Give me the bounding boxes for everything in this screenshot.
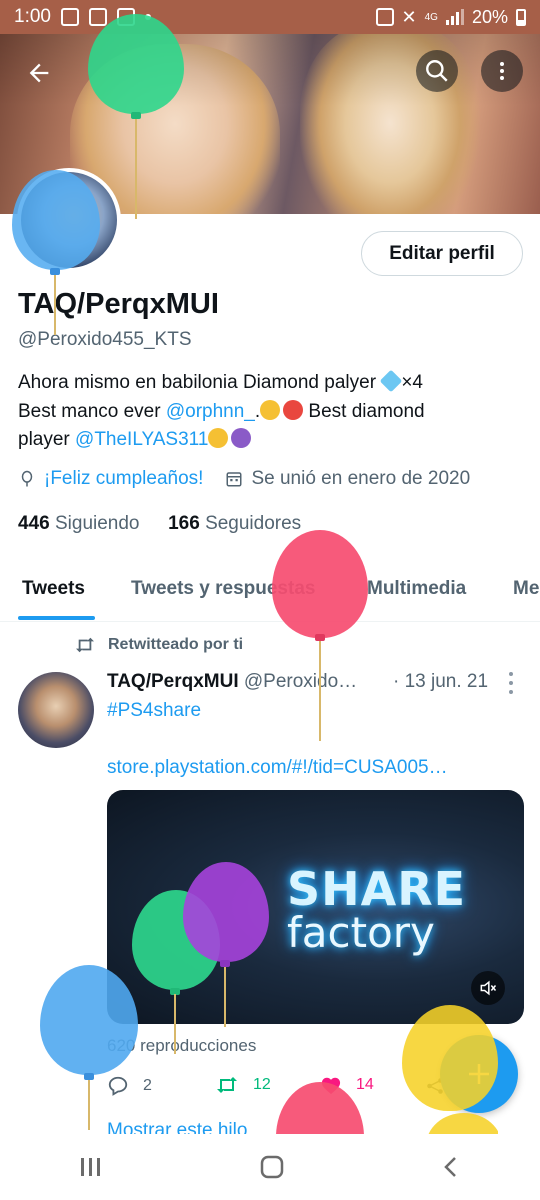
tab-likes[interactable]: Me xyxy=(513,578,539,600)
party-popper-emoji-icon xyxy=(283,399,304,420)
gem-emoji-icon xyxy=(379,369,403,393)
video-subtitle-text: factory xyxy=(287,908,435,957)
search-icon xyxy=(426,60,448,82)
following-link[interactable]: 446 Siguiendo xyxy=(18,513,140,534)
angry-devil-emoji-icon xyxy=(231,428,252,448)
tweet-link[interactable]: store.playstation.com/#!/tid=CUSA005… xyxy=(107,757,448,779)
tweet-date: · 13 jun. 21 xyxy=(393,671,489,692)
bio-line-1-suffix: ×4 xyxy=(401,372,423,393)
balloon-pink-bottom xyxy=(276,1082,364,1134)
profile-tabs: Tweets Tweets y respuestas Multimedia Me xyxy=(0,560,540,622)
retweet-icon xyxy=(76,637,94,653)
status-time: 1:00 xyxy=(14,6,51,27)
balloon-icon xyxy=(21,470,33,487)
more-vertical-icon xyxy=(500,62,504,80)
balloon-pink-middle xyxy=(272,530,368,741)
system-navigation-bar xyxy=(0,1134,540,1200)
tweet-hashtag[interactable]: #PS4share xyxy=(107,700,201,722)
profile-bio: Ahora mismo en babilonia Diamond palyer … xyxy=(18,369,523,455)
active-tab-indicator xyxy=(18,616,95,620)
balloon-purple xyxy=(183,862,269,1032)
birthday-link[interactable]: ¡Feliz cumpleaños! xyxy=(44,468,203,490)
home-icon[interactable] xyxy=(259,1154,285,1180)
nav-back-icon[interactable] xyxy=(440,1154,462,1180)
battery-percent: 20% xyxy=(471,6,508,27)
following-count: 446 xyxy=(18,513,50,534)
following-label: Siguiendo xyxy=(54,513,140,534)
more-options-button[interactable] xyxy=(481,50,523,92)
tweet-author-avatar[interactable] xyxy=(18,672,94,748)
telegram-notification-icon xyxy=(60,8,79,26)
retweet-context: Retwitteado por ti xyxy=(74,636,243,654)
mute-status-icon: ✕ xyxy=(401,6,417,27)
balloon-blue-avatar xyxy=(12,170,100,340)
reply-count: 2 xyxy=(143,1077,152,1094)
tweet-author-name[interactable]: TAQ/PerqxMUI xyxy=(107,671,239,692)
tab-media[interactable]: Multimedia xyxy=(367,578,466,600)
app-notification-icon xyxy=(88,8,107,26)
retweet-icon xyxy=(217,1077,237,1093)
search-button[interactable] xyxy=(416,50,458,92)
mention-link-orphnn[interactable]: @orphnn_ xyxy=(166,401,255,422)
balloon-green-top xyxy=(88,14,184,219)
bio-line-2-tail: Best diamond xyxy=(303,400,425,422)
status-bar: 1:00 ✕ 4G 20% xyxy=(0,0,540,34)
tweet-menu-button[interactable] xyxy=(505,672,517,694)
tab-tweets[interactable]: Tweets xyxy=(22,578,85,600)
balloon-blue-bottom xyxy=(40,965,138,1135)
flexed-biceps-emoji-icon xyxy=(260,399,281,420)
back-arrow-icon xyxy=(29,63,49,83)
signal-icon xyxy=(445,9,464,25)
network-type: 4G xyxy=(424,11,438,23)
retweet-button[interactable]: 12 xyxy=(215,1075,271,1095)
balloon-yellow xyxy=(402,1005,498,1134)
mute-icon xyxy=(480,980,497,996)
followers-count: 166 xyxy=(168,513,200,534)
calendar-icon xyxy=(226,472,242,487)
retweet-context-label: Retwitteado por ti xyxy=(108,636,244,653)
retweet-count: 12 xyxy=(253,1076,271,1093)
joined-date: Se unió en enero de 2020 xyxy=(251,468,471,489)
edit-profile-button[interactable]: Editar perfil xyxy=(361,231,523,276)
mention-link-theilyas[interactable]: @TheILYAS311 xyxy=(75,429,208,450)
back-button[interactable] xyxy=(18,52,60,94)
profile-meta: ¡Feliz cumpleaños! Se unió en enero de 2… xyxy=(18,468,470,490)
recent-apps-icon[interactable] xyxy=(78,1155,104,1179)
bio-line-3: player xyxy=(18,429,76,450)
mute-button[interactable] xyxy=(471,971,505,1005)
follow-counts: 446 Siguiendo 166 Seguidores xyxy=(18,513,301,535)
bio-line-1: Ahora mismo en babilonia Diamond palyer xyxy=(18,372,382,393)
battery-icon xyxy=(516,8,526,26)
alarm-icon xyxy=(375,8,394,26)
bio-line-2: Best manco ever xyxy=(18,400,166,422)
exploding-head-emoji-icon xyxy=(208,428,229,448)
